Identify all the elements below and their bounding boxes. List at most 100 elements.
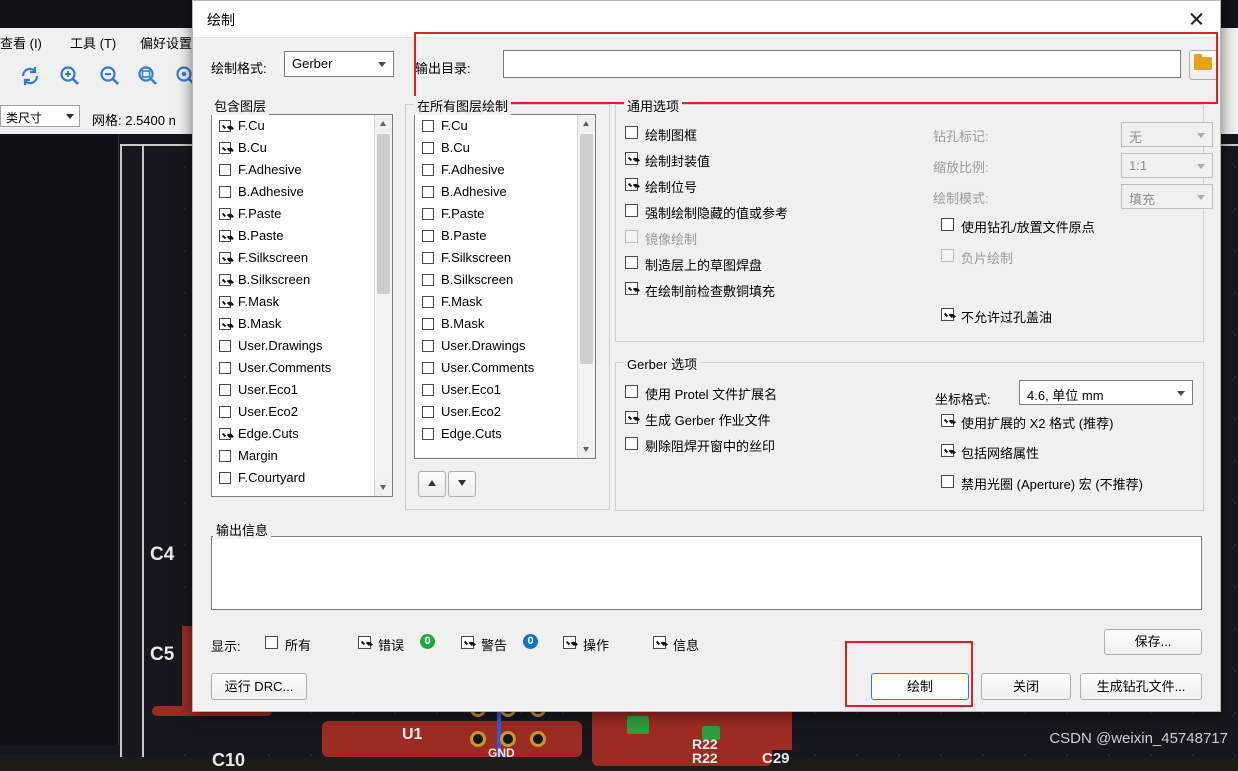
layer-row[interactable]: F.Adhesive	[212, 159, 375, 181]
scroll-down-icon[interactable]	[578, 441, 595, 458]
layer-checkbox[interactable]	[219, 362, 231, 374]
layer-checkbox[interactable]	[219, 450, 231, 462]
layer-checkbox[interactable]	[422, 406, 434, 418]
layer-row[interactable]: Edge.Cuts	[212, 423, 375, 445]
layer-checkbox[interactable]	[219, 274, 231, 286]
layer-row[interactable]: F.Paste	[212, 203, 375, 225]
layer-row[interactable]: F.Silkscreen	[415, 247, 578, 269]
layer-row[interactable]: User.Eco2	[415, 401, 578, 423]
checkbox[interactable]	[941, 414, 954, 427]
layer-row[interactable]: F.Paste	[415, 203, 578, 225]
layer-row[interactable]: F.Courtyard	[212, 467, 375, 489]
layer-checkbox[interactable]	[422, 230, 434, 242]
layer-checkbox[interactable]	[219, 208, 231, 220]
layer-checkbox[interactable]	[422, 164, 434, 176]
layer-row[interactable]: User.Comments	[212, 357, 375, 379]
layer-checkbox[interactable]	[422, 142, 434, 154]
checkbox[interactable]	[625, 385, 638, 398]
layer-row[interactable]: B.Mask	[212, 313, 375, 335]
layer-row[interactable]: B.Adhesive	[415, 181, 578, 203]
checkbox[interactable]	[653, 636, 666, 649]
layer-checkbox[interactable]	[422, 296, 434, 308]
checkbox[interactable]	[625, 126, 638, 139]
layer-row[interactable]: F.Mask	[415, 291, 578, 313]
layer-checkbox[interactable]	[219, 406, 231, 418]
layer-checkbox[interactable]	[219, 384, 231, 396]
layer-row[interactable]: User.Comments	[415, 357, 578, 379]
layer-row[interactable]: Margin	[212, 445, 375, 467]
checkbox[interactable]	[358, 636, 371, 649]
layer-row[interactable]: User.Eco1	[212, 379, 375, 401]
include-layers-scrollbar[interactable]	[374, 115, 392, 496]
layer-checkbox[interactable]	[422, 384, 434, 396]
plot-button[interactable]: 绘制	[871, 673, 969, 700]
track-size-combo[interactable]: 类尺寸	[0, 105, 80, 127]
layer-checkbox[interactable]	[422, 274, 434, 286]
layer-row[interactable]: B.Paste	[415, 225, 578, 247]
zoom-in-icon[interactable]	[58, 64, 82, 88]
checkbox[interactable]	[625, 256, 638, 269]
layer-row[interactable]: B.Mask	[415, 313, 578, 335]
layer-checkbox[interactable]	[422, 362, 434, 374]
checkbox[interactable]	[265, 636, 278, 649]
scroll-up-icon[interactable]	[578, 115, 595, 132]
checkbox[interactable]	[461, 636, 474, 649]
layer-checkbox[interactable]	[219, 472, 231, 484]
checkbox[interactable]	[625, 437, 638, 450]
coord-format-combo[interactable]: 4.6, 单位 mm	[1019, 380, 1193, 405]
save-button[interactable]: 保存...	[1104, 629, 1202, 655]
layer-row[interactable]: F.Cu	[415, 115, 578, 137]
checkbox[interactable]	[625, 411, 638, 424]
layer-checkbox[interactable]	[422, 340, 434, 352]
layer-row[interactable]: User.Eco1	[415, 379, 578, 401]
layer-checkbox[interactable]	[219, 120, 231, 132]
plot-format-combo[interactable]: Gerber	[284, 51, 394, 77]
gen-drill-button[interactable]: 生成钻孔文件...	[1080, 673, 1202, 700]
layer-checkbox[interactable]	[422, 318, 434, 330]
checkbox[interactable]	[625, 204, 638, 217]
scroll-down-icon[interactable]	[375, 479, 392, 496]
layer-row[interactable]: User.Drawings	[415, 335, 578, 357]
checkbox[interactable]	[625, 282, 638, 295]
scroll-thumb[interactable]	[580, 134, 593, 364]
layer-checkbox[interactable]	[219, 318, 231, 330]
layer-checkbox[interactable]	[422, 120, 434, 132]
layer-checkbox[interactable]	[219, 252, 231, 264]
menu-tools[interactable]: 工具 (T)	[70, 33, 116, 52]
layer-row[interactable]: User.Drawings	[212, 335, 375, 357]
layer-checkbox[interactable]	[219, 142, 231, 154]
layer-checkbox[interactable]	[219, 186, 231, 198]
checkbox[interactable]	[941, 444, 954, 457]
layer-row[interactable]: B.Cu	[212, 137, 375, 159]
menu-view[interactable]: 查看 (I)	[0, 33, 42, 52]
run-drc-button[interactable]: 运行 DRC...	[211, 673, 307, 700]
layer-checkbox[interactable]	[422, 252, 434, 264]
layer-row[interactable]: Edge.Cuts	[415, 423, 578, 445]
layer-checkbox[interactable]	[219, 340, 231, 352]
layer-row[interactable]: F.Silkscreen	[212, 247, 375, 269]
output-messages-panel[interactable]	[211, 536, 1202, 610]
close-button[interactable]: 关闭	[981, 673, 1071, 700]
zoom-fit-icon[interactable]	[136, 64, 160, 88]
checkbox[interactable]	[625, 152, 638, 165]
layer-row[interactable]: F.Adhesive	[415, 159, 578, 181]
layer-checkbox[interactable]	[422, 428, 434, 440]
refresh-icon[interactable]	[18, 64, 42, 88]
scroll-up-icon[interactable]	[375, 115, 392, 132]
layer-checkbox[interactable]	[219, 296, 231, 308]
layer-row[interactable]: B.Silkscreen	[212, 269, 375, 291]
close-icon[interactable]	[1178, 5, 1214, 33]
plot-on-all-scrollbar[interactable]	[577, 115, 595, 458]
checkbox[interactable]	[563, 636, 576, 649]
folder-icon[interactable]	[1189, 50, 1218, 80]
checkbox[interactable]	[941, 308, 954, 321]
checkbox[interactable]	[941, 475, 954, 488]
layer-row[interactable]: F.Mask	[212, 291, 375, 313]
arrow-down-icon[interactable]	[448, 471, 476, 497]
layer-row[interactable]: B.Adhesive	[212, 181, 375, 203]
layer-checkbox[interactable]	[422, 186, 434, 198]
output-dir-input[interactable]	[503, 50, 1181, 78]
arrow-up-icon[interactable]	[418, 471, 446, 497]
layer-checkbox[interactable]	[219, 230, 231, 242]
checkbox[interactable]	[625, 178, 638, 191]
